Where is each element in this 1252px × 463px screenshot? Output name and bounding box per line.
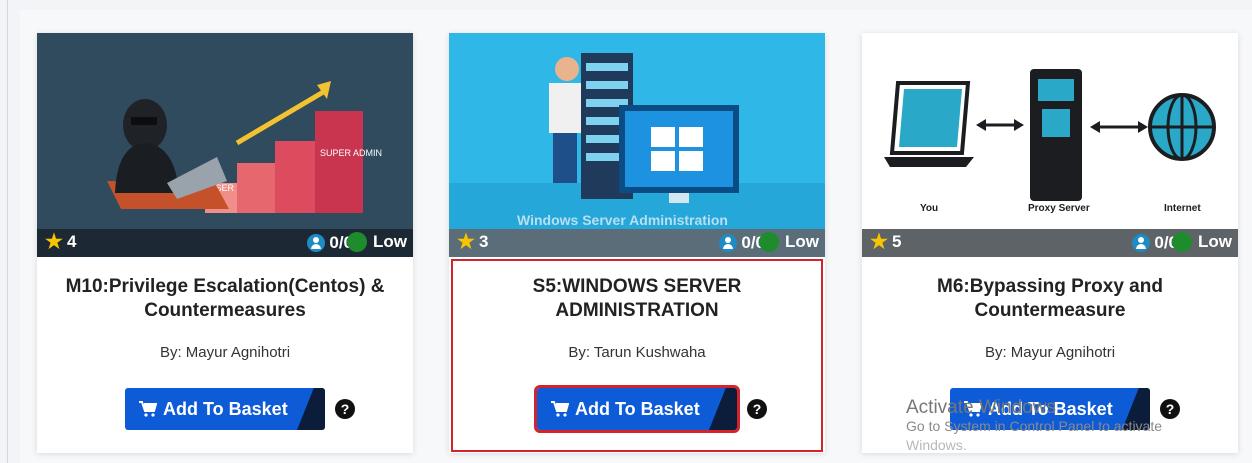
level-dot-icon: [1172, 232, 1192, 252]
thumbnail-caption: Windows Server Administration: [517, 212, 728, 228]
cart-icon: [139, 401, 157, 417]
course-thumbnail[interactable]: You Proxy Server Internet: [862, 33, 1238, 229]
help-icon[interactable]: ?: [1160, 399, 1180, 419]
course-author: By: Mayur Agnihotri: [159, 344, 291, 361]
course-title[interactable]: M6:Bypassing Proxy and Countermeasure: [872, 275, 1228, 323]
level-label: Low: [1198, 232, 1232, 251]
course-title[interactable]: M10:Privilege Escalation(Centos) & Count…: [47, 275, 403, 323]
course-meta-bar: ★ 4 0/0 Low: [37, 229, 413, 257]
course-thumbnail[interactable]: SUPER ADMIN USER: [37, 33, 413, 229]
add-to-basket-label: Add To Basket: [163, 398, 288, 419]
rating-value: 4: [66, 232, 77, 251]
add-to-basket-button[interactable]: Add To Basket: [534, 385, 740, 433]
activation-instruction-tail: Windows.: [906, 437, 967, 453]
you-label: You: [920, 203, 938, 214]
course-author: By: Tarun Kushwaha: [568, 344, 706, 361]
user-icon: [307, 234, 326, 252]
star-icon: ★: [45, 231, 63, 253]
star-icon: ★: [870, 231, 888, 253]
course-card-bypassing-proxy[interactable]: You Proxy Server Internet ★ 5 0/0 Low M6…: [862, 33, 1238, 453]
level-dot-icon: [759, 232, 779, 252]
help-icon[interactable]: ?: [335, 399, 355, 419]
activation-instruction: Go to System in Control Panel to activat…: [906, 418, 1163, 434]
activation-title: Activate Windows: [906, 397, 1056, 418]
star-icon: ★: [457, 231, 475, 253]
difficulty-level: Low: [759, 232, 819, 252]
difficulty-level: Low: [1172, 232, 1232, 252]
rating: ★ 3: [457, 232, 488, 252]
user-icon: [719, 234, 738, 252]
proxy-server-label: Proxy Server: [1028, 203, 1090, 214]
level-dot-icon: [347, 232, 367, 252]
course-meta-bar: ★ 5 0/0 Low: [862, 229, 1238, 257]
super-admin-text: SUPER ADMIN: [320, 148, 382, 158]
content-left-border: [7, 0, 8, 463]
course-thumbnail[interactable]: Windows Server Administration: [449, 33, 825, 229]
add-to-basket-label: Add To Basket: [575, 398, 700, 419]
rating-value: 5: [891, 232, 902, 251]
help-icon[interactable]: ?: [747, 399, 767, 419]
difficulty-level: Low: [347, 232, 407, 252]
level-label: Low: [373, 232, 407, 251]
add-to-basket-button[interactable]: Add To Basket: [125, 388, 325, 430]
user-icon: [1132, 234, 1151, 252]
cart-icon: [551, 401, 569, 417]
rating: ★ 5: [870, 232, 901, 252]
button-accent: [709, 388, 737, 430]
course-meta-bar: ★ 3 0/0 Low: [449, 229, 825, 257]
course-card-windows-server[interactable]: Windows Server Administration ★ 3 0/0 Lo…: [449, 33, 825, 453]
course-title[interactable]: S5:WINDOWS SERVER ADMINISTRATION: [459, 275, 815, 323]
button-accent: [297, 388, 325, 430]
rating-value: 3: [478, 232, 489, 251]
course-card-privilege-escalation[interactable]: SUPER ADMIN USER ★ 4 0/0 Low M10:Privile: [37, 33, 413, 453]
windows-activation-watermark: Activate Windows Go to System in Control…: [906, 398, 1162, 455]
course-author: By: Mayur Agnihotri: [984, 344, 1116, 361]
level-label: Low: [785, 232, 819, 251]
internet-label: Internet: [1164, 203, 1201, 214]
rating: ★ 4: [45, 232, 76, 252]
